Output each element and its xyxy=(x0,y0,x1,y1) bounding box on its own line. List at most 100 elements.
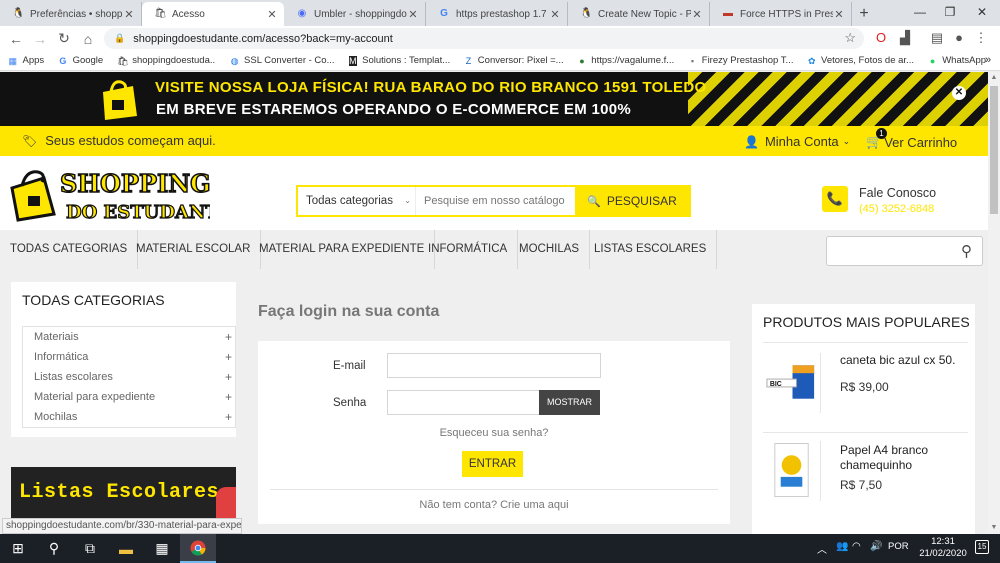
task-view-icon[interactable]: ⧉ xyxy=(72,534,108,563)
browser-tab[interactable]: 🐧 Preferências • shopping ✕ xyxy=(0,2,142,26)
menu-item-listas-escolares[interactable]: LISTAS ESCOLARES xyxy=(584,230,718,269)
search-input[interactable] xyxy=(416,187,575,215)
forgot-password-link[interactable]: Esqueceu sua senha? xyxy=(258,427,730,439)
browser-tab[interactable]: 🐧 Create New Topic - Pre ✕ xyxy=(568,2,710,26)
bookmark-ssl[interactable]: ◍ SSL Converter - Co... xyxy=(230,55,335,66)
menu-item-todas-categorias[interactable]: TODAS CATEGORIAS xyxy=(0,230,139,269)
plus-icon[interactable]: + xyxy=(225,327,232,347)
category-item-mochilas[interactable]: Mochilas + xyxy=(23,407,235,427)
product-name[interactable]: caneta bic azul cx 50. xyxy=(840,353,966,368)
close-tab-icon[interactable]: ✕ xyxy=(407,8,419,21)
product-name[interactable]: Papel A4 branco chamequinho xyxy=(840,443,966,473)
close-tab-icon[interactable]: ✕ xyxy=(123,8,135,21)
product-item[interactable]: BIC caneta bic azul cx 50. R$ 39,00 xyxy=(763,342,968,432)
search-category-select[interactable]: Todas categorias ⌄ xyxy=(298,187,416,215)
site-icon: ▬ xyxy=(723,8,733,19)
new-tab-button[interactable]: + xyxy=(852,2,876,26)
login-submit-button[interactable]: ENTRAR xyxy=(462,451,523,477)
opera-icon[interactable]: O xyxy=(872,30,890,45)
profile-icon[interactable]: ● xyxy=(950,30,968,45)
windows-start-icon[interactable]: ⊞ xyxy=(0,534,36,563)
cast-icon[interactable]: ▤ xyxy=(928,30,946,46)
bookmark-firezy[interactable]: ▪ Firezy Prestashop T... xyxy=(688,55,794,66)
create-account-link[interactable]: Não tem conta? Crie uma aqui xyxy=(258,499,730,511)
phone-icon: 📞 xyxy=(822,186,848,212)
show-password-button[interactable]: MOSTRAR xyxy=(539,390,600,415)
menu-dots-icon[interactable]: ⋮ xyxy=(972,30,990,46)
signal-icon[interactable]: ▟ xyxy=(896,30,914,46)
category-item-expediente[interactable]: Material para expediente + xyxy=(23,387,235,407)
language-indicator[interactable]: POR xyxy=(888,541,909,552)
restore-button[interactable]: ❐ xyxy=(934,0,966,24)
file-explorer-icon[interactable]: ▬ xyxy=(108,534,144,563)
wifi-icon[interactable]: ◠ xyxy=(852,541,861,552)
tray-chevron-up-icon[interactable]: ︿ xyxy=(817,541,827,556)
volume-icon[interactable]: 🔊 xyxy=(870,541,882,552)
browser-tab-active[interactable]: 🛍 Acesso ✕ xyxy=(142,2,284,26)
scroll-up-icon[interactable]: ▲ xyxy=(988,72,1000,84)
page-title: Faça login na sua conta xyxy=(258,303,440,320)
close-tab-icon[interactable]: ✕ xyxy=(833,8,845,21)
bookmark-label: https://vagalume.f... xyxy=(591,55,675,66)
bookmarks-bar: ▦ Apps G Google 🛍 shoppingdoestuda... ◍ SSL … xyxy=(0,51,1000,71)
product-image[interactable]: BIC xyxy=(765,353,821,413)
promo-banner[interactable]: VISITE NOSSA LOJA FÍSICA! RUA BARAO DO R… xyxy=(0,72,988,126)
search-icon[interactable]: ⚲ xyxy=(36,534,72,563)
store-logo[interactable]: SHOPPING DO ESTUDANTE xyxy=(10,164,210,222)
plus-icon[interactable]: + xyxy=(225,387,232,407)
product-item[interactable]: Papel A4 branco chamequinho R$ 7,50 xyxy=(763,432,968,527)
menu-item-informatica[interactable]: INFORMÁTICA xyxy=(418,230,519,269)
banner-close-icon[interactable]: ✕ xyxy=(952,86,966,100)
product-image[interactable] xyxy=(765,441,821,501)
shopping-bag-logo-icon xyxy=(103,80,137,120)
notification-center-icon[interactable]: 15 xyxy=(975,540,989,554)
browser-tab[interactable]: G https prestashop 1.7 - ✕ xyxy=(426,2,568,26)
bookmark-whatsapp[interactable]: ● WhatsApp xyxy=(928,55,986,66)
bookmark-star-icon[interactable]: ☆ xyxy=(844,30,856,46)
browser-tab[interactable]: ◉ Umbler - shoppingdoe ✕ xyxy=(284,2,426,26)
people-icon[interactable]: 👥 xyxy=(836,541,848,552)
password-field[interactable] xyxy=(387,390,540,415)
chrome-icon[interactable] xyxy=(180,534,216,563)
menu-search-input[interactable]: ⚲ xyxy=(826,236,983,266)
contact-block[interactable]: 📞 Fale Conosco (45) 3252-6848 xyxy=(822,186,936,215)
close-tab-icon[interactable]: ✕ xyxy=(691,8,703,21)
bookmark-converter[interactable]: Z Conversor: Pixel =... xyxy=(464,55,564,66)
menu-item-material-escolar[interactable]: MATERIAL ESCOLAR xyxy=(126,230,262,269)
category-item-materiais[interactable]: Materiais + xyxy=(23,327,235,347)
menu-item-mochilas[interactable]: MOCHILAS xyxy=(509,230,591,269)
category-item-informatica[interactable]: Informática + xyxy=(23,347,235,367)
cart-link[interactable]: 🛒 1 Ver Carrinho xyxy=(866,128,957,150)
search-icon[interactable]: ⚲ xyxy=(961,242,972,260)
category-item-listas[interactable]: Listas escolares + xyxy=(23,367,235,387)
search-button[interactable]: 🔍 PESQUISAR xyxy=(575,187,689,215)
bookmark-apps[interactable]: ▦ Apps xyxy=(8,55,45,66)
plus-icon[interactable]: + xyxy=(225,407,232,427)
bookmark-google[interactable]: G Google xyxy=(58,55,103,66)
close-window-button[interactable]: ✕ xyxy=(966,0,998,24)
bookmark-freepik[interactable]: ✿ Vetores, Fotos de ar... xyxy=(807,55,914,66)
umbler-icon: ◉ xyxy=(297,8,307,19)
account-menu[interactable]: 👤 Minha Conta ⌄ xyxy=(744,134,850,149)
forward-icon[interactable]: → xyxy=(28,31,52,47)
bookmark-vagalume[interactable]: ● https://vagalume.f... xyxy=(578,55,675,66)
plus-icon[interactable]: + xyxy=(225,367,232,387)
more-bookmarks-icon[interactable]: » xyxy=(985,54,991,66)
email-field[interactable] xyxy=(387,353,601,378)
close-tab-icon[interactable]: ✕ xyxy=(266,8,278,21)
menu-item-material-expediente[interactable]: MATERIAL PARA EXPEDIENTE xyxy=(249,230,436,269)
bookmark-templates[interactable]: M Solutions : Templat... xyxy=(348,55,450,66)
address-bar[interactable]: 🔒 shoppingdoestudante.com/acesso?back=my… xyxy=(104,28,864,49)
scroll-down-icon[interactable]: ▼ xyxy=(988,522,1000,534)
plus-icon[interactable]: + xyxy=(225,347,232,367)
reload-icon[interactable]: ↻ xyxy=(52,30,76,47)
close-tab-icon[interactable]: ✕ xyxy=(549,8,561,21)
browser-tab[interactable]: ▬ Force HTTPS in PrestaS ✕ xyxy=(710,2,852,26)
minimize-button[interactable]: — xyxy=(904,0,936,24)
calculator-icon[interactable]: ▦ xyxy=(144,534,180,563)
taskbar-clock[interactable]: 12:31 21/02/2020 xyxy=(918,536,968,560)
bookmark-shop[interactable]: 🛍 shoppingdoestuda... xyxy=(117,55,216,66)
home-icon[interactable]: ⌂ xyxy=(76,31,100,47)
back-icon[interactable]: ← xyxy=(4,31,28,47)
scrollbar-thumb[interactable] xyxy=(990,86,998,214)
